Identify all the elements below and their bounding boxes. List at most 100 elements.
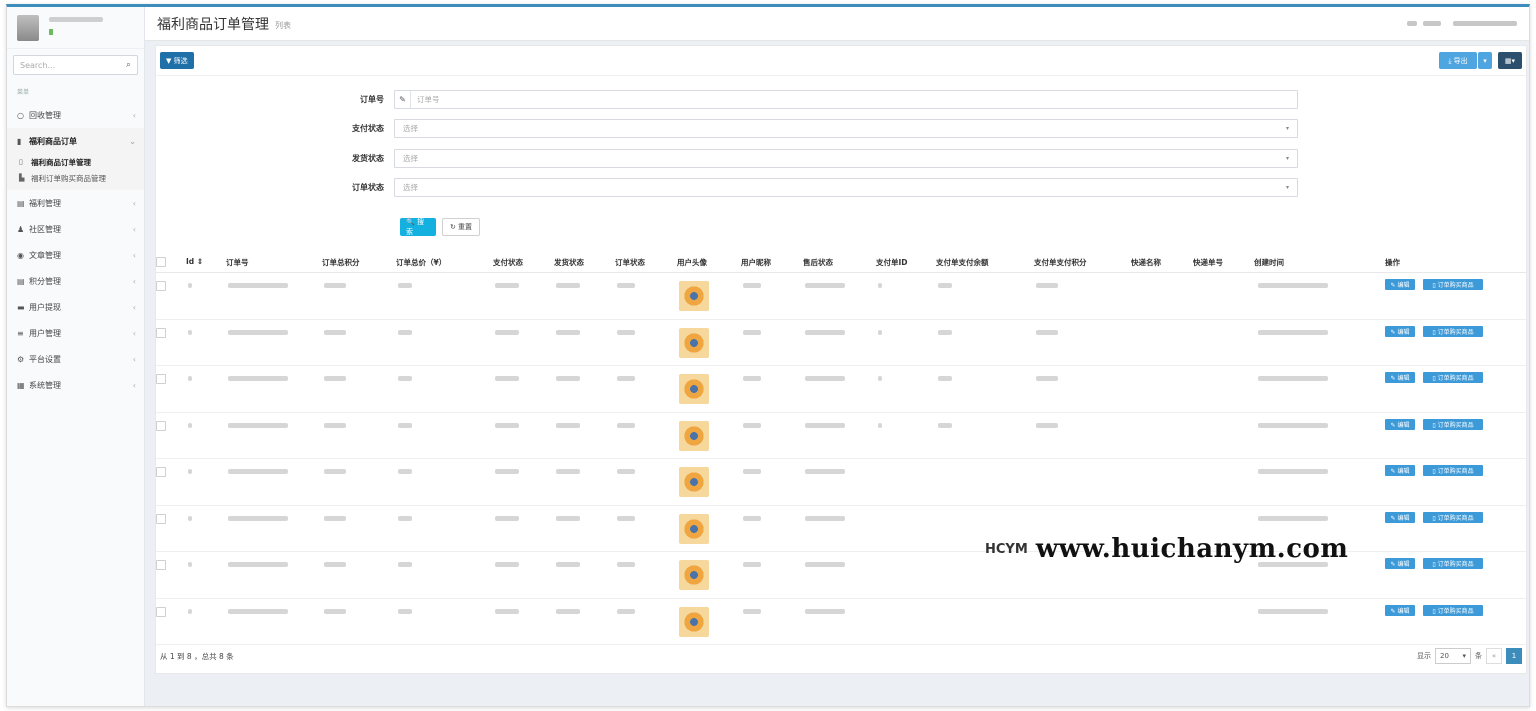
row-checkbox[interactable] — [156, 281, 166, 291]
page-button-1[interactable]: 1 — [1506, 648, 1522, 664]
row-checkbox[interactable] — [156, 606, 166, 617]
sidebar-item-points[interactable]: ▤ 积分管理 ‹ — [7, 268, 144, 294]
page-size-select[interactable]: 20 ▾ — [1435, 648, 1471, 664]
redacted-cell-value — [495, 329, 519, 335]
header-user-area[interactable] — [1407, 21, 1517, 26]
ship-status-select[interactable]: 选择 ▾ — [394, 148, 1298, 168]
sidebar-subitem-order-goods[interactable]: ▙ 福利订单购买商品管理 — [7, 170, 144, 186]
column-header: 用户昵称 — [741, 258, 771, 267]
redacted-cell-value — [398, 515, 412, 521]
sidebar-item-welfare-orders[interactable]: ▮ 福利商品订单 ⌄ — [7, 128, 144, 154]
columns-menu-button[interactable]: ▦▾ — [1498, 52, 1522, 69]
table-row: ✎ 编辑 ▯ 订单购买商品 — [156, 320, 1526, 366]
sidebar-item-users[interactable]: ≡ 用户管理 ‹ — [7, 320, 144, 346]
select-all-checkbox[interactable] — [156, 257, 166, 267]
chevron-left-icon: ‹ — [132, 198, 136, 208]
order-status-select[interactable]: 选择 ▾ — [394, 177, 1298, 197]
row-checkbox[interactable] — [156, 560, 166, 570]
edit-button[interactable]: ✎ 编辑 — [1385, 604, 1415, 616]
order-goods-button[interactable]: ▯ 订单购买商品 — [1423, 418, 1483, 430]
redacted-created-time — [1258, 469, 1328, 474]
redacted-cell-value — [617, 329, 635, 335]
circle-icon: ○ — [17, 110, 24, 120]
order-goods-button[interactable]: ▯ 订单购买商品 — [1423, 279, 1483, 290]
chevron-left-icon: ‹ — [132, 224, 136, 234]
edit-button[interactable]: ✎ 编辑 — [1385, 418, 1415, 430]
page-subtitle: 列表 — [275, 21, 291, 30]
order-goods-button[interactable]: ▯ 订单购买商品 — [1423, 465, 1483, 476]
column-header: 订单总积分 — [322, 258, 360, 267]
chevron-left-icon: ‹ — [132, 354, 136, 364]
redacted-cell-value — [617, 562, 635, 567]
caret-down-icon: ▾ — [1285, 183, 1289, 191]
sidebar-item-community[interactable]: ♟ 社区管理 ‹ — [7, 216, 144, 242]
redacted-cell-value — [878, 283, 882, 288]
row-checkbox[interactable] — [156, 467, 166, 477]
table-row: ✎ 编辑 ▯ 订单购买商品 — [156, 366, 1526, 413]
redacted-cell-value — [1036, 422, 1058, 428]
column-header: 订单号 — [226, 258, 249, 267]
content-panel: ▼ 筛选 ⤓ 导出 ▾ ▦▾ 订单号 ✎ 订单号 支付状态 选择 ▾ 发货状态 … — [155, 45, 1527, 674]
watermark-site: www.huichanym.com — [1035, 534, 1349, 564]
order-no-input[interactable]: ✎ 订单号 — [394, 89, 1298, 109]
orders-table: Id ⇕ 订单号 订单总积分 订单总价（¥） 支付状态 发货状态 订单状态 用户头像 用户昵称 售… — [156, 251, 1526, 645]
edit-button[interactable]: ✎ 编辑 — [1385, 279, 1415, 290]
chevron-down-icon: ⌄ — [129, 136, 136, 146]
redacted-cell-value — [938, 376, 952, 381]
prev-page-button[interactable]: « — [1486, 648, 1502, 664]
order-goods-button[interactable]: ▯ 订单购买商品 — [1423, 604, 1483, 616]
redacted-created-time — [1258, 283, 1328, 288]
order-goods-button[interactable]: ▯ 订单购买商品 — [1423, 372, 1483, 383]
redacted-cell-value — [188, 329, 192, 335]
search-button[interactable]: 🔍 搜索 — [400, 218, 436, 236]
edit-button[interactable]: ✎ 编辑 — [1385, 465, 1415, 476]
redacted-cell-value — [398, 562, 412, 567]
redacted-created-time — [1258, 608, 1328, 614]
sidebar-item-system[interactable]: ▦ 系统管理 ‹ — [7, 372, 144, 398]
order-goods-button[interactable]: ▯ 订单购买商品 — [1423, 325, 1483, 337]
row-checkbox[interactable] — [156, 513, 166, 524]
chevron-left-icon: ‹ — [132, 250, 136, 260]
column-header: 快递单号 — [1193, 258, 1223, 267]
sidebar-item-articles[interactable]: ◉ 文章管理 ‹ — [7, 242, 144, 268]
order-goods-button[interactable]: ▯ 订单购买商品 — [1423, 558, 1483, 569]
redacted-cell-value — [743, 515, 761, 521]
database-icon: ▤ — [17, 198, 25, 208]
reset-button[interactable]: ↻ 重置 — [442, 218, 480, 236]
export-dropdown-button[interactable]: ▾ — [1478, 52, 1492, 69]
table-body: ✎ 编辑 ▯ 订单购买商品 ✎ 编辑 ▯ 订单购买商品 ✎ 编辑 ▯ 订单购买商品 ✎ 编辑… — [156, 273, 1526, 645]
app-window: Search... ⌕ 菜单 ○ 回收管理 ‹ ▮ 福利商品订单 ⌄ ▯ 福利商… — [6, 4, 1530, 707]
edit-button[interactable]: ✎ 编辑 — [1385, 511, 1415, 523]
column-header: 操作 — [1385, 258, 1400, 267]
redacted-cell-value — [743, 608, 761, 614]
column-header[interactable]: Id ⇕ — [186, 257, 203, 266]
user-avatar-thumbnail — [679, 327, 709, 358]
sidebar-item-recycle[interactable]: ○ 回收管理 ‹ — [7, 102, 144, 128]
edit-button[interactable]: ✎ 编辑 — [1385, 558, 1415, 569]
sidebar-subitem-order-management[interactable]: ▯ 福利商品订单管理 — [7, 154, 144, 170]
sidebar-item-welfare[interactable]: ▤ 福利管理 ‹ — [7, 190, 144, 216]
search-icon[interactable]: ⌕ — [126, 60, 131, 70]
redacted-cell-value — [617, 283, 635, 288]
redacted-cell-value — [495, 376, 519, 381]
filter-button[interactable]: ▼ 筛选 — [160, 52, 194, 69]
row-checkbox[interactable] — [156, 374, 166, 384]
chevron-left-icon: ‹ — [132, 110, 136, 120]
sidebar-item-withdraw[interactable]: ▬ 用户提现 ‹ — [7, 294, 144, 320]
pay-status-select[interactable]: 选择 ▾ — [394, 118, 1298, 138]
edit-button[interactable]: ✎ 编辑 — [1385, 325, 1415, 337]
redacted-cell-value — [188, 469, 192, 474]
page-header: 福利商品订单管理 列表 — [145, 7, 1529, 41]
edit-button[interactable]: ✎ 编辑 — [1385, 372, 1415, 383]
filter-row-pay-status: 支付状态 选择 ▾ — [156, 118, 1526, 138]
sidebar-item-platform-settings[interactable]: ⚙ 平台设置 ‹ — [7, 346, 144, 372]
redacted-cell-value — [556, 562, 580, 567]
caret-down-icon: ▾ — [1285, 154, 1289, 162]
filter-row-order-no: 订单号 ✎ 订单号 — [156, 89, 1526, 109]
export-button[interactable]: ⤓ 导出 — [1439, 52, 1477, 69]
sidebar-search-input[interactable]: Search... ⌕ — [13, 55, 138, 75]
row-checkbox[interactable] — [156, 327, 166, 338]
row-checkbox[interactable] — [156, 420, 166, 431]
order-goods-button[interactable]: ▯ 订单购买商品 — [1423, 511, 1483, 523]
redacted-cell-value — [398, 608, 412, 614]
